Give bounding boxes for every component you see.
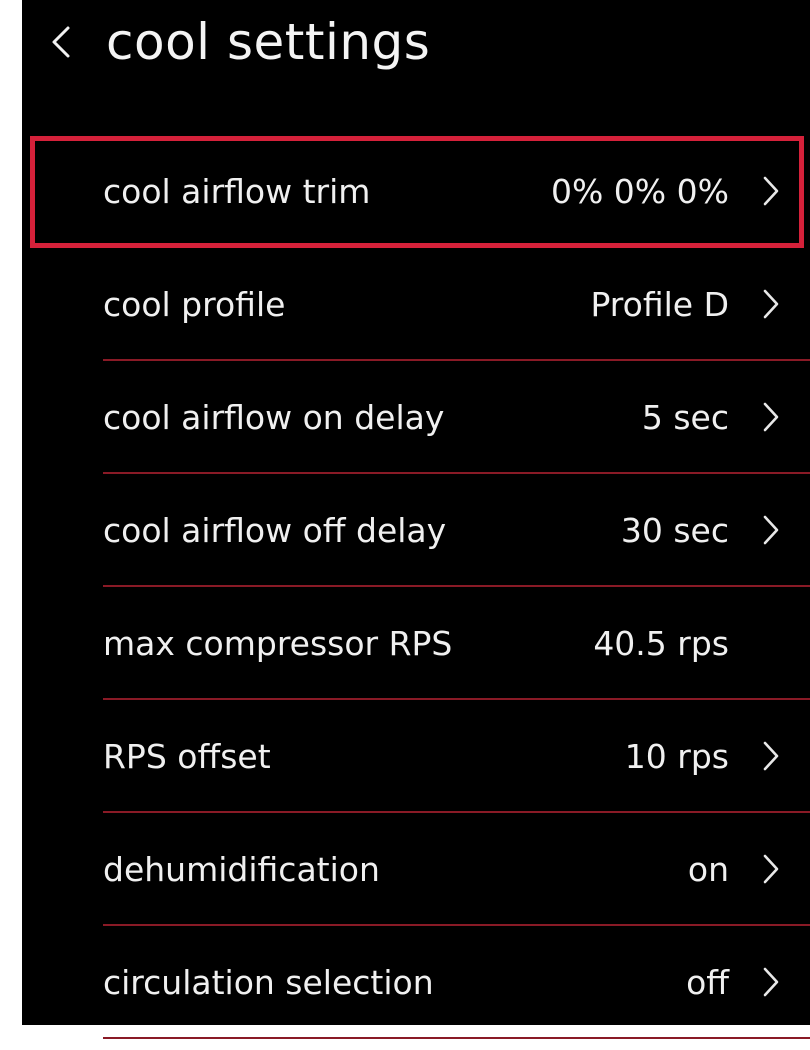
settings-screen: cool settings cool airflow trim 0% 0% 0%… xyxy=(22,0,810,1039)
setting-row-cool-profile[interactable]: cool profile Profile D xyxy=(22,248,810,361)
setting-value: off xyxy=(686,963,729,1002)
setting-value: 5 sec xyxy=(641,398,729,437)
setting-row-cool-airflow-trim[interactable]: cool airflow trim 0% 0% 0% xyxy=(22,135,810,248)
setting-label: cool airflow on delay xyxy=(103,398,445,437)
setting-label: max compressor RPS xyxy=(103,624,453,663)
setting-value: Profile D xyxy=(590,285,729,324)
setting-row-cool-airflow-on-delay[interactable]: cool airflow on delay 5 sec xyxy=(22,361,810,474)
setting-label: cool profile xyxy=(103,285,286,324)
setting-label: dehumidification xyxy=(103,850,380,889)
setting-value: 30 sec xyxy=(620,511,729,550)
chevron-right-icon xyxy=(763,176,779,206)
page-title: cool settings xyxy=(106,13,431,71)
setting-label: cool airflow trim xyxy=(103,172,371,211)
setting-value: 10 rps xyxy=(624,737,729,776)
setting-value: 0% 0% 0% xyxy=(550,172,729,211)
setting-label: circulation selection xyxy=(103,963,434,1002)
setting-value: on xyxy=(687,850,729,889)
setting-row-dehumidification[interactable]: dehumidification on xyxy=(22,813,810,926)
chevron-right-icon xyxy=(763,967,779,997)
setting-label: RPS offset xyxy=(103,737,271,776)
setting-row-rps-offset[interactable]: RPS offset 10 rps xyxy=(22,700,810,813)
setting-row-cool-airflow-off-delay[interactable]: cool airflow off delay 30 sec xyxy=(22,474,810,587)
chevron-right-icon xyxy=(763,289,779,319)
setting-row-max-compressor-rps: max compressor RPS 40.5 rps xyxy=(22,587,810,700)
chevron-right-icon xyxy=(763,515,779,545)
setting-value: 40.5 rps xyxy=(593,624,729,663)
chevron-right-icon xyxy=(763,854,779,884)
chevron-left-icon[interactable] xyxy=(48,22,74,62)
setting-row-circulation-selection[interactable]: circulation selection off xyxy=(22,926,810,1039)
chevron-right-icon xyxy=(763,402,779,432)
setting-label: cool airflow off delay xyxy=(103,511,447,550)
settings-list: cool airflow trim 0% 0% 0% cool profile … xyxy=(22,135,810,1039)
chevron-right-icon xyxy=(763,741,779,771)
header: cool settings xyxy=(22,0,810,100)
row-divider xyxy=(103,1037,810,1039)
